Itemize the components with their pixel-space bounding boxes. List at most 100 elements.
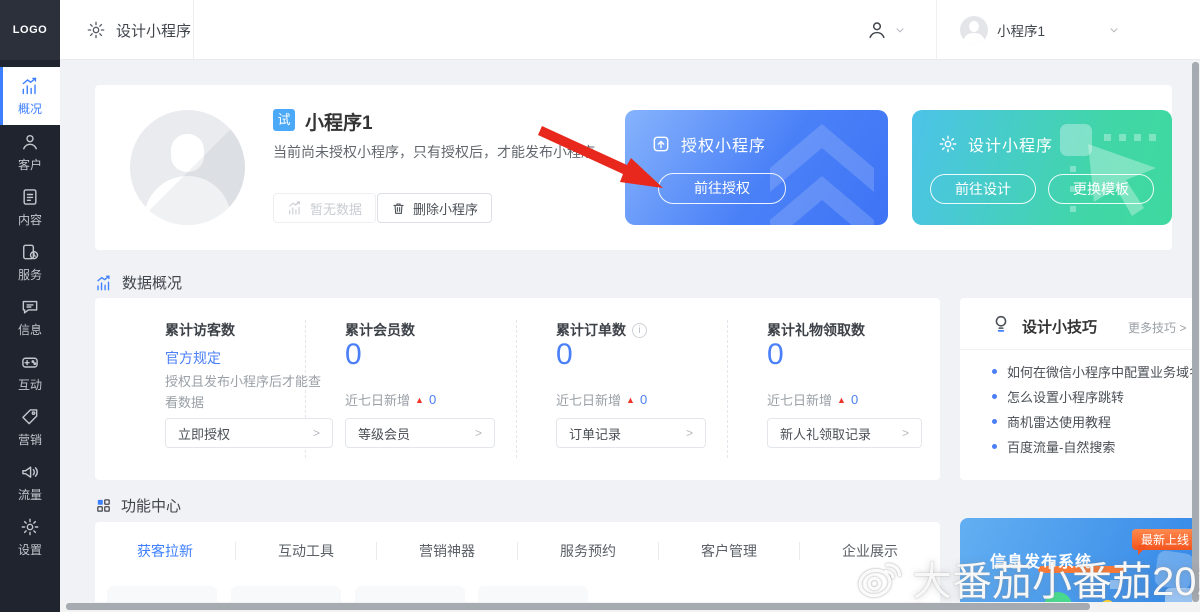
sidebar-item-settings[interactable]: 设置 (0, 510, 60, 565)
sidebar-item-traffic[interactable]: 流量 (0, 455, 60, 510)
stat-value: 0 (556, 338, 573, 372)
tip-link[interactable]: 怎么设置小程序跳转 (992, 387, 1124, 406)
new-release-badge: 最新上线 (1132, 529, 1198, 550)
dot-decoration (1070, 206, 1076, 212)
horizontal-scrollbar-thumb[interactable] (66, 603, 1090, 610)
tab-enterprise-display[interactable]: 企业展示 (800, 541, 940, 561)
section-title: 功能中心 (121, 495, 181, 516)
info-icon[interactable]: i (632, 323, 647, 338)
member-levels-button[interactable]: 等级会员 > (345, 418, 495, 448)
document-icon (20, 187, 40, 207)
delta-value: 0 (429, 392, 436, 407)
tab-interaction-tools[interactable]: 互动工具 (236, 541, 376, 561)
official-rules-link[interactable]: 官方规定 (165, 348, 221, 368)
delete-miniprogram-button[interactable]: 删除小程序 (377, 193, 492, 223)
vertical-scrollbar-thumb[interactable] (1192, 62, 1199, 602)
person-icon (20, 132, 40, 152)
gear-icon (938, 134, 958, 154)
chevron-right-icon: > (313, 426, 320, 440)
bullet-icon (992, 369, 997, 374)
order-records-button[interactable]: 订单记录 > (556, 418, 706, 448)
service-icon (20, 242, 40, 262)
button-label: 等级会员 (358, 424, 410, 443)
sidebar-item-messages[interactable]: 信息 (0, 290, 60, 345)
dot-decoration (1110, 580, 1119, 589)
gear-icon (86, 20, 106, 40)
tip-link[interactable]: 百度流量-自然搜索 (992, 437, 1115, 456)
chevron-down-icon[interactable] (1108, 0, 1120, 60)
sidebar-item-label: 内容 (18, 211, 42, 228)
tab-marketing-tools[interactable]: 营销神器 (377, 541, 517, 561)
delta-up-icon: ▲ (837, 395, 846, 405)
divider (727, 320, 728, 458)
sidebar-item-content[interactable]: 内容 (0, 180, 60, 235)
banner-title: 信息发布系统 (990, 548, 1092, 572)
button-label: 订单记录 (569, 424, 621, 443)
sidebar-item-label: 设置 (18, 541, 42, 558)
stat-visitors: 累计访客数 官方规定 授权且发布小程序后才能查看数据 立即授权 > (165, 298, 340, 480)
account-switcher[interactable]: 小程序1 (960, 0, 1045, 60)
delta-label: 近七日新增 (556, 390, 621, 409)
stat-label-text: 累计订单数 (556, 320, 626, 340)
tab-customer-management[interactable]: 客户管理 (659, 541, 799, 561)
sidebar-item-overview[interactable]: 概况 (0, 67, 60, 125)
sidebar-item-customers[interactable]: 客户 (0, 125, 60, 180)
chevrons-decoration (762, 116, 882, 225)
more-tips-link[interactable]: 更多技巧 > (1128, 319, 1186, 336)
tip-text: 商机雷达使用教程 (1007, 412, 1111, 431)
delete-label: 删除小程序 (413, 199, 478, 218)
divider (516, 320, 517, 458)
gamepad-icon (20, 352, 40, 372)
grid-icon (95, 497, 112, 514)
gift-records-button[interactable]: 新人礼领取记录 > (767, 418, 922, 448)
button-label: 新人礼领取记录 (780, 424, 871, 443)
go-authorize-button[interactable]: 前往授权 (658, 173, 786, 204)
delta-up-icon: ▲ (626, 395, 635, 405)
chevron-right-icon: > (475, 426, 482, 440)
top-bar: LOGO 设计小程序 小程序1 (0, 0, 1200, 60)
header-divider (936, 0, 937, 59)
person-icon (866, 19, 888, 41)
message-icon (20, 297, 40, 317)
chevron-down-icon (894, 24, 906, 36)
tab-acquire[interactable]: 获客拉新 (95, 541, 235, 561)
tab-service-booking[interactable]: 服务预约 (518, 541, 658, 561)
stat-value: 0 (345, 338, 362, 372)
delta-value: 0 (640, 392, 647, 407)
go-design-button[interactable]: 前往设计 (930, 174, 1036, 204)
app-window: LOGO 设计小程序 小程序1 概况 (0, 0, 1200, 612)
chevron-right-icon: > (686, 426, 693, 440)
sidebar-item-marketing[interactable]: 营销 (0, 400, 60, 455)
button-label: 立即授权 (178, 424, 230, 443)
design-card: 设计小程序 前往设计 更换模板 (912, 110, 1172, 225)
delta-label: 近七日新增 (767, 390, 832, 409)
no-data-button[interactable]: 暂无数据 (273, 193, 376, 223)
authorize-now-button[interactable]: 立即授权 > (165, 418, 333, 448)
sidebar-item-label: 客户 (18, 156, 42, 173)
tag-icon (20, 407, 40, 427)
data-overview-header: 数据概况 (95, 272, 182, 293)
sidebar-nav: 概况 客户 内容 服务 信息 互动 营销 流量 (0, 60, 60, 612)
change-template-button[interactable]: 更换模板 (1048, 174, 1154, 204)
tip-text: 如何在微信小程序中配置业务域名? (1007, 362, 1200, 381)
avatar (960, 16, 988, 44)
app-title-label: 设计小程序 (116, 20, 191, 41)
sidebar-item-interaction[interactable]: 互动 (0, 345, 60, 400)
tip-link[interactable]: 如何在微信小程序中配置业务域名? (992, 362, 1200, 381)
tip-link[interactable]: 商机雷达使用教程 (992, 412, 1111, 431)
avatar (130, 110, 245, 225)
chart-icon (287, 200, 303, 216)
design-tips-panel: 设计小技巧 更多技巧 > 如何在微信小程序中配置业务域名? 怎么设置小程序跳转 … (960, 298, 1200, 480)
stat-label: 累计礼物领取数 (767, 320, 865, 340)
stat-gifts: 累计礼物领取数 0 近七日新增 ▲ 0 新人礼领取记录 > (767, 298, 927, 480)
trial-badge: 试 (273, 109, 295, 131)
stat-delta: 近七日新增 ▲ 0 (556, 390, 647, 409)
sidebar-item-services[interactable]: 服务 (0, 235, 60, 290)
trash-icon (391, 201, 406, 216)
promo-banner[interactable]: 信息发布系统 最新上线 (960, 518, 1200, 612)
user-menu[interactable] (866, 0, 906, 60)
square-decoration (1154, 550, 1195, 591)
bullet-icon (992, 419, 997, 424)
miniprogram-title: 小程序1 (305, 108, 373, 135)
function-center-header: 功能中心 (95, 495, 181, 516)
